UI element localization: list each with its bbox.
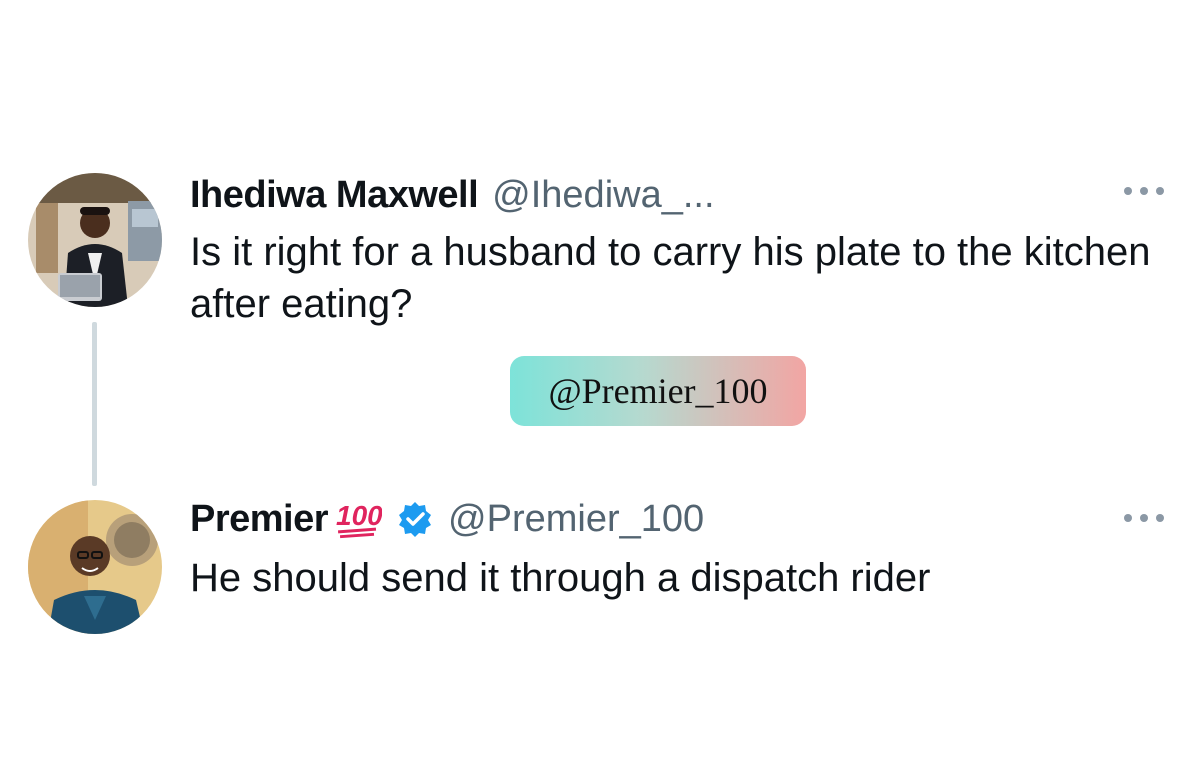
person-avatar-icon — [28, 173, 162, 307]
tweet-text: Is it right for a husband to carry his p… — [190, 230, 1151, 326]
hundred-points-emoji-icon: 100 — [334, 499, 383, 539]
watermark-label: @Premier_100 — [510, 356, 806, 426]
avatar-premier[interactable] — [28, 500, 162, 634]
user-handle[interactable]: @Ihediwa_... — [492, 174, 714, 217]
tweet-thread-screenshot: Ihediwa Maxwell @Ihediwa_... Is it right… — [0, 0, 1200, 782]
tweet-header: Premier 100 @Premier_100 — [190, 496, 704, 542]
display-name[interactable]: Premier — [190, 498, 329, 541]
tweet-text: He should send it through a dispatch rid… — [190, 556, 931, 600]
verified-badge-icon — [396, 500, 434, 538]
user-handle[interactable]: @Premier_100 — [448, 498, 704, 541]
thread-connector-line — [92, 322, 97, 486]
display-name[interactable]: Ihediwa Maxwell — [190, 174, 479, 217]
tweet-header: Ihediwa Maxwell @Ihediwa_... — [190, 172, 715, 218]
svg-text:100: 100 — [336, 500, 382, 531]
person-avatar-icon — [28, 500, 162, 634]
avatar-ihediwa[interactable] — [28, 173, 162, 307]
more-options-icon[interactable] — [1124, 512, 1164, 524]
more-options-icon[interactable] — [1124, 185, 1164, 197]
